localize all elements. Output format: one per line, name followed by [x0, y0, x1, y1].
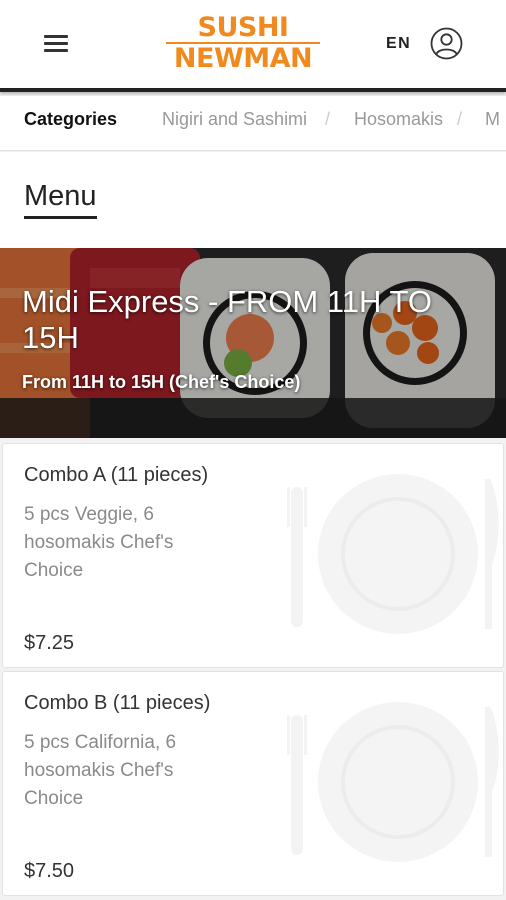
item-name: Combo A (11 pieces) — [24, 464, 209, 486]
plate-placeholder-icon — [287, 474, 499, 634]
category-banner: Midi Express - FROM 11H TO 15H From 11H … — [0, 248, 506, 438]
app-header: SUSHI NEWMAN EN — [0, 0, 506, 92]
menu-item-card[interactable]: Combo A (11 pieces) 5 pcs Veggie, 6 hoso… — [2, 443, 504, 668]
menu-section: Menu — [0, 152, 506, 248]
user-account-icon[interactable] — [430, 27, 463, 60]
menu-item-card[interactable]: Combo B (11 pieces) 5 pcs California, 6 … — [2, 671, 504, 896]
category-bar: Categories Nigiri and Sashimi / Hosomaki… — [0, 96, 506, 151]
page-title: Menu — [24, 180, 97, 219]
banner-subtitle: From 11H to 15H (Chef's Choice) — [22, 372, 301, 392]
hamburger-menu-icon[interactable] — [44, 33, 68, 53]
item-description: 5 pcs California, 6 hosomakis Chef's Cho… — [24, 732, 177, 809]
category-tab-categories[interactable]: Categories — [24, 109, 117, 130]
brand-logo[interactable]: SUSHI NEWMAN — [162, 14, 324, 78]
category-tab-nigiri-sashimi[interactable]: Nigiri and Sashimi — [162, 109, 307, 130]
language-selector[interactable]: EN — [386, 35, 411, 53]
item-price: $7.50 — [24, 860, 75, 882]
category-separator: / — [457, 109, 463, 129]
category-tab-next[interactable]: M — [485, 109, 500, 130]
logo-line-2: NEWMAN — [173, 43, 313, 74]
item-description: 5 pcs Veggie, 6 hosomakis Chef's Choice — [24, 504, 174, 581]
plate-placeholder-icon — [287, 702, 499, 862]
banner-title: Midi Express - FROM 11H TO 15H — [22, 284, 432, 355]
category-tab-hosomakis[interactable]: Hosomakis — [354, 109, 443, 130]
logo-line-1: SUSHI — [197, 12, 289, 43]
item-price: $7.25 — [24, 632, 75, 654]
item-name: Combo B (11 pieces) — [24, 692, 211, 714]
category-separator: / — [325, 109, 331, 129]
